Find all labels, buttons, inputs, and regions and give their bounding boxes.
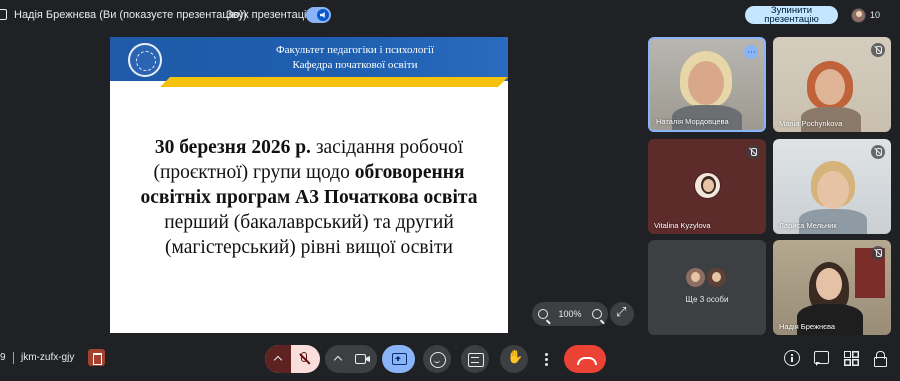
clock-fragment: 9: [0, 352, 6, 363]
stop-presenting-button[interactable]: Зупинити презентацію: [745, 6, 838, 24]
participant-tile[interactable]: Vitalina Kyzylova: [648, 139, 766, 234]
more-options-icon[interactable]: [538, 345, 556, 373]
camera-icon: [355, 354, 366, 364]
hangup-icon[interactable]: [564, 345, 606, 373]
activities-icon[interactable]: [843, 350, 859, 366]
presentation-slide: Факультет педагогіки і психології Кафедр…: [110, 37, 508, 333]
slide-faculty: Факультет педагогіки і психології: [275, 44, 434, 56]
mic-off-icon: [871, 43, 885, 57]
raise-hand-icon[interactable]: [500, 345, 528, 373]
avatar-face: [703, 179, 714, 192]
participant-face: [817, 171, 849, 209]
zoom-level: 100%: [558, 309, 582, 319]
participant-face: [815, 69, 845, 105]
avatar: [686, 268, 705, 287]
microphone-control[interactable]: [265, 345, 320, 373]
more-avatars: [686, 268, 726, 287]
participant-tile[interactable]: Лариса Мельник: [773, 139, 891, 234]
participant-name: Vitalina Kyzylova: [654, 221, 711, 230]
zoom-in-icon[interactable]: [592, 309, 602, 319]
participant-name: Наталія Мордовцева: [656, 117, 729, 126]
chevron-up-icon[interactable]: [333, 355, 343, 365]
zoom-controls: 100%: [532, 302, 608, 326]
chat-icon[interactable]: [813, 350, 829, 366]
meeting-code: jkm-zufx-gjy: [21, 352, 75, 363]
present-screen-icon[interactable]: [382, 345, 415, 373]
participant-face: [816, 268, 842, 300]
zoom-out-icon[interactable]: [538, 309, 548, 319]
captions-icon[interactable]: [461, 345, 489, 373]
info-icon[interactable]: [784, 350, 800, 366]
university-logo: [128, 43, 162, 77]
participant-tile[interactable]: Надія Брежнєва: [773, 240, 891, 335]
audio-options-button[interactable]: [265, 345, 291, 373]
presenter-label: Надія Брежнєва (Ви (показуєте презентаці…: [14, 9, 247, 21]
sound-label: Звук презентації: [226, 9, 310, 21]
participant-tile[interactable]: Mariia Pochynkova: [773, 37, 891, 132]
participant-count: 10: [870, 10, 881, 20]
sound-toggle-icon: [317, 9, 329, 21]
participant-name: Надія Брежнєва: [779, 322, 836, 331]
clipboard-icon[interactable]: [88, 349, 105, 366]
top-bar: Надія Брежнєва (Ви (показуєте презентаці…: [0, 0, 900, 30]
present-icon: [0, 9, 7, 20]
camera-control[interactable]: [325, 345, 377, 373]
fullscreen-icon[interactable]: [610, 302, 634, 326]
slide-text-2: перший (бакалаврський) та другий (магіст…: [164, 212, 454, 258]
sound-toggle[interactable]: [306, 7, 331, 23]
mic-off-icon: [746, 145, 760, 159]
slide-date: 30 березня 2026 р.: [154, 137, 311, 158]
avatar: [694, 172, 721, 199]
slide-department: Кафедра початкової освіти: [292, 59, 418, 71]
emoji-icon[interactable]: [423, 345, 451, 373]
participant-face: [688, 61, 724, 105]
more-participants-label: Ще 3 особи: [685, 295, 729, 304]
more-participants-tile[interactable]: Ще 3 особи: [648, 240, 766, 335]
host-controls-icon[interactable]: [872, 350, 888, 367]
chevron-up-icon: [273, 355, 283, 365]
participant-tile[interactable]: Наталія Мордовцева: [648, 37, 766, 132]
participants-button[interactable]: 10: [851, 6, 889, 24]
avatar: [707, 268, 726, 287]
avatar: [851, 7, 866, 23]
slide-yellow-stripe: [160, 77, 508, 87]
mic-off-icon: [871, 246, 885, 260]
participant-name: Mariia Pochynkova: [779, 119, 843, 128]
meet-window: Надія Брежнєва (Ви (показуєте презентаці…: [0, 0, 900, 381]
slide-body: 30 березня 2026 р. засідання робочої (пр…: [130, 135, 488, 260]
speaking-indicator-icon: [744, 45, 758, 59]
participant-name: Лариса Мельник: [779, 221, 837, 230]
mic-off-icon: [871, 145, 885, 159]
divider: [13, 352, 14, 364]
